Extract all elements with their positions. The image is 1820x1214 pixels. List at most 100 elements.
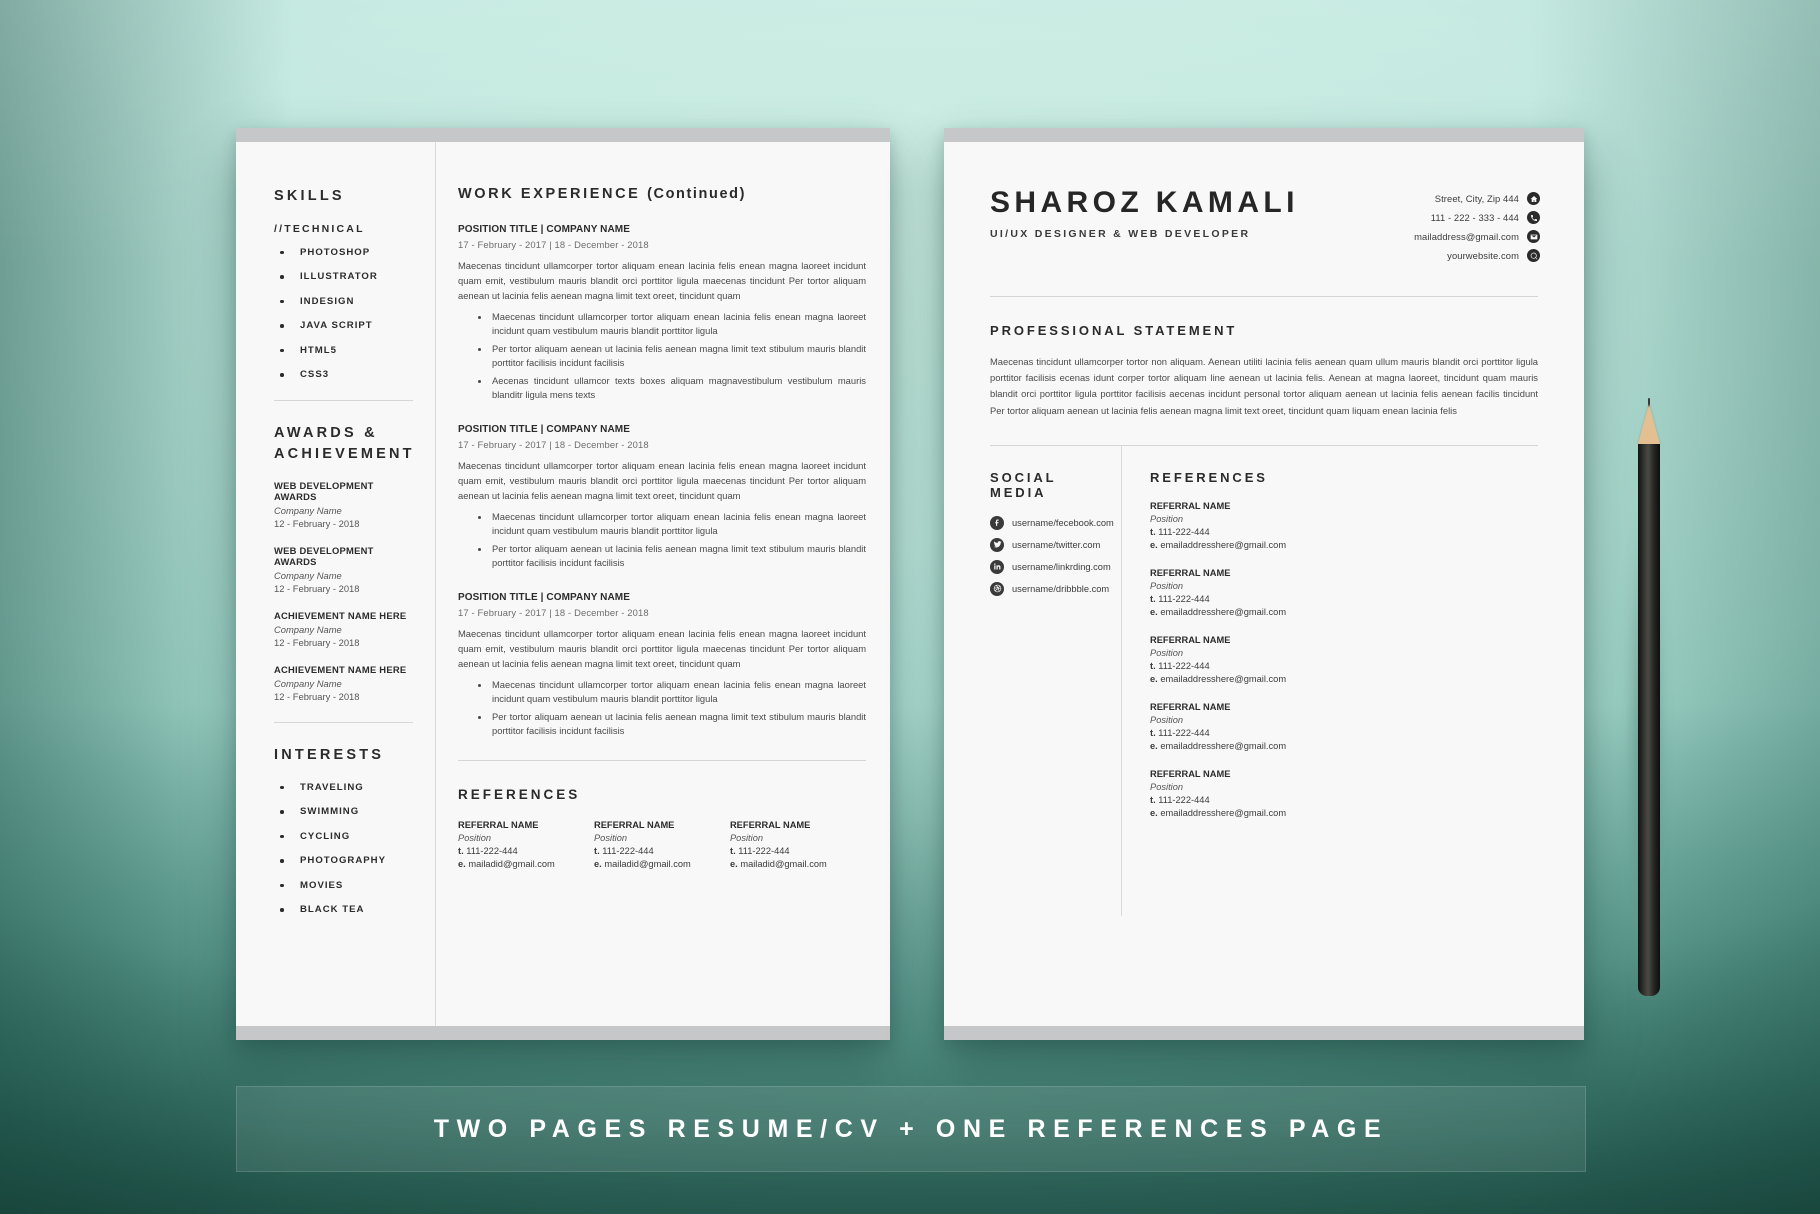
reference-email: e. emailaddresshere@gmail.com xyxy=(1150,740,1287,751)
work-experience-title: WORK EXPERIENCE (Continued) xyxy=(458,186,866,202)
skill-item: HTML5 xyxy=(274,345,413,356)
contact-text: 111 - 222 - 333 - 444 xyxy=(1430,212,1519,223)
job-point: Aecenas tincidunt ullamcor texts boxes a… xyxy=(476,374,866,403)
reference-position: Position xyxy=(1150,580,1184,591)
page2-references-section: REFERENCES REFERRAL NAME Position t. 111-2… xyxy=(1122,446,1584,916)
social-media-section: SOCIAL MEDIA username/fecebook.com userna… xyxy=(944,445,1122,916)
job-title: POSITION TITLE | COMPANY NAME xyxy=(458,224,631,235)
reference-phone: t. 111-222-444 xyxy=(729,845,790,856)
social-media-text: username/dribbble.com xyxy=(1012,583,1110,594)
job-points: Maecenas tincidunt ullamcorper tortor al… xyxy=(458,510,866,571)
contact-text: Street, City, Zip 444 xyxy=(1434,193,1519,204)
social-media-row[interactable]: username/linkrding.com xyxy=(990,559,1111,574)
pencil-body xyxy=(1638,444,1660,996)
reference-item: REFERRAL NAME Position t. 111-222-444 e. ma… xyxy=(458,820,594,872)
award-name: ACHIEVEMENT NAME HERE xyxy=(274,610,407,622)
contact-row: Street, City, Zip 444 xyxy=(1414,192,1540,205)
pencil-tip xyxy=(1638,404,1660,444)
phone-icon xyxy=(1527,211,1540,224)
page2-bottom-bar xyxy=(944,1026,1584,1040)
reference-phone: t. 111-222-444 xyxy=(1150,593,1210,604)
reference-position: Position xyxy=(1150,714,1184,725)
page1-main: WORK EXPERIENCE (Continued) POSITION TIT… xyxy=(436,142,890,1026)
identity-block: SHAROZ KAMALI UI/UX DESIGNER & WEB DEVEL… xyxy=(990,188,1299,241)
professional-statement-title: PROFESSIONAL STATEMENT xyxy=(990,323,1238,338)
reference-email: e. mailadid@gmail.com xyxy=(593,858,691,869)
work-experience-item: POSITION TITLE | COMPANY NAME 17 - Februa… xyxy=(458,592,866,739)
job-date: 17 - February - 2017 | 18 - December - 2… xyxy=(458,439,649,451)
social-media-row[interactable]: username/fecebook.com xyxy=(990,515,1114,530)
job-date: 17 - February - 2017 | 18 - December - 2… xyxy=(458,606,649,618)
interest-item: PHOTOGRAPHY xyxy=(274,855,413,866)
social-media-row[interactable]: username/twitter.com xyxy=(990,537,1103,552)
award-company: Company Name xyxy=(274,505,342,517)
reference-name: REFERRAL NAME xyxy=(729,819,811,830)
reference-email: e. emailaddresshere@gmail.com xyxy=(1150,606,1287,617)
home-icon xyxy=(1527,192,1540,205)
twitter-icon xyxy=(990,537,1004,552)
skill-item: PHOTOSHOP xyxy=(274,247,413,258)
interests-title: INTERESTS xyxy=(274,747,385,764)
skill-item: INDESIGN xyxy=(274,296,413,307)
job-description: Maecenas tincidunt ullamcorper tortor al… xyxy=(458,260,866,301)
job-point: Per tortor aliquam aenean ut lacinia fel… xyxy=(476,342,866,371)
reference-position: Position xyxy=(1150,647,1184,658)
linkedin-icon xyxy=(990,559,1004,574)
promo-banner: TWO PAGES RESUME/CV + ONE REFERENCES PAG… xyxy=(236,1086,1586,1172)
reference-name: REFERRAL NAME xyxy=(593,819,675,830)
candidate-role: UI/UX DESIGNER & WEB DEVELOPER xyxy=(990,228,1251,240)
professional-statement-text: Maecenas tincidunt ullamcorper tortor no… xyxy=(990,356,1538,416)
interest-item: BLACK TEA xyxy=(274,904,413,915)
reference-item: REFERRAL NAME Position t. 111-222-444 e. ma… xyxy=(730,820,866,872)
reference-phone: t. 111-222-444 xyxy=(1150,526,1210,537)
interests-list: TRAVELING SWIMMING CYCLING PHOTOGRAPHY MOVIE… xyxy=(274,782,413,915)
reference-position: Position xyxy=(1150,781,1184,792)
contact-row: 111 - 222 - 333 - 444 xyxy=(1414,211,1540,224)
resume-page-1[interactable]: SKILLS //TECHNICAL PHOTOSHOP ILLUSTRATOR I… xyxy=(236,128,890,1040)
page2-top-bar xyxy=(944,128,1584,142)
reference-phone: t. 111-222-444 xyxy=(1150,794,1210,805)
award-item: WEB DEVELOPMENT AWARDS Company Name 12 - F… xyxy=(274,545,413,594)
reference-name: REFERRAL NAME xyxy=(1150,500,1231,511)
awards-title: AWARDS & ACHIEVEMENT xyxy=(274,423,413,464)
reference-item: REFERRAL NAME Position t. 111-222-444 e. em… xyxy=(1150,769,1544,818)
page1-references-title: REFERENCES xyxy=(458,786,581,802)
reference-phone: t. 111-222-444 xyxy=(458,845,518,856)
social-media-row[interactable]: username/dribbble.com xyxy=(990,581,1109,596)
award-item: ACHIEVEMENT NAME HERE Company Name 12 - Fe… xyxy=(274,610,413,648)
skills-section: SKILLS //TECHNICAL PHOTOSHOP ILLUSTRATOR I… xyxy=(236,186,435,380)
page1-top-bar xyxy=(236,128,890,142)
reference-position: Position xyxy=(1150,513,1184,524)
job-points: Maecenas tincidunt ullamcorper tortor al… xyxy=(458,310,866,403)
reference-position: Position xyxy=(729,832,764,843)
award-company: Company Name xyxy=(274,678,342,690)
interests-section: INTERESTS TRAVELING SWIMMING CYCLING PHOTOG… xyxy=(236,745,435,915)
globe-icon xyxy=(1527,249,1540,262)
reference-item: REFERRAL NAME Position t. 111-222-444 e. em… xyxy=(1150,635,1544,684)
social-media-text: username/linkrding.com xyxy=(1012,561,1111,572)
job-point: Maecenas tincidunt ullamcorper tortor al… xyxy=(476,510,866,539)
reference-item: REFERRAL NAME Position t. 111-222-444 e. ma… xyxy=(594,820,730,872)
reference-item: REFERRAL NAME Position t. 111-222-444 e. em… xyxy=(1150,501,1544,550)
page2-references-title: REFERENCES xyxy=(1150,469,1268,485)
interest-item: SWIMMING xyxy=(274,806,413,817)
social-media-title: SOCIAL MEDIA xyxy=(990,469,1057,500)
work-experience-item: POSITION TITLE | COMPANY NAME 17 - Februa… xyxy=(458,224,866,403)
social-media-list: username/fecebook.com username/twitter.co… xyxy=(990,515,1114,596)
contact-text: yourwebsite.com xyxy=(1447,250,1519,261)
resume-page-2[interactable]: SHAROZ KAMALI UI/UX DESIGNER & WEB DEVEL… xyxy=(944,128,1584,1040)
reference-phone: t. 111-222-444 xyxy=(593,845,654,856)
work-experience-title-main: WORK EXPERIENCE xyxy=(458,186,641,202)
envelope-icon xyxy=(1527,230,1540,243)
award-item: WEB DEVELOPMENT AWARDS Company Name 12 - F… xyxy=(274,480,413,529)
social-media-text: username/twitter.com xyxy=(1012,539,1101,550)
social-media-text: username/fecebook.com xyxy=(1012,517,1114,528)
work-experience-item: POSITION TITLE | COMPANY NAME 17 - Februa… xyxy=(458,424,866,571)
award-date: 12 - February - 2018 xyxy=(274,518,360,530)
job-point: Per tortor aliquam aenean ut lacinia fel… xyxy=(476,542,866,571)
interest-item: CYCLING xyxy=(274,831,413,842)
award-name: WEB DEVELOPMENT AWARDS xyxy=(274,545,374,568)
award-name: ACHIEVEMENT NAME HERE xyxy=(274,664,407,676)
awards-title-line1: AWARDS & xyxy=(274,425,378,442)
contact-row: mailaddress@gmail.com xyxy=(1414,230,1540,243)
